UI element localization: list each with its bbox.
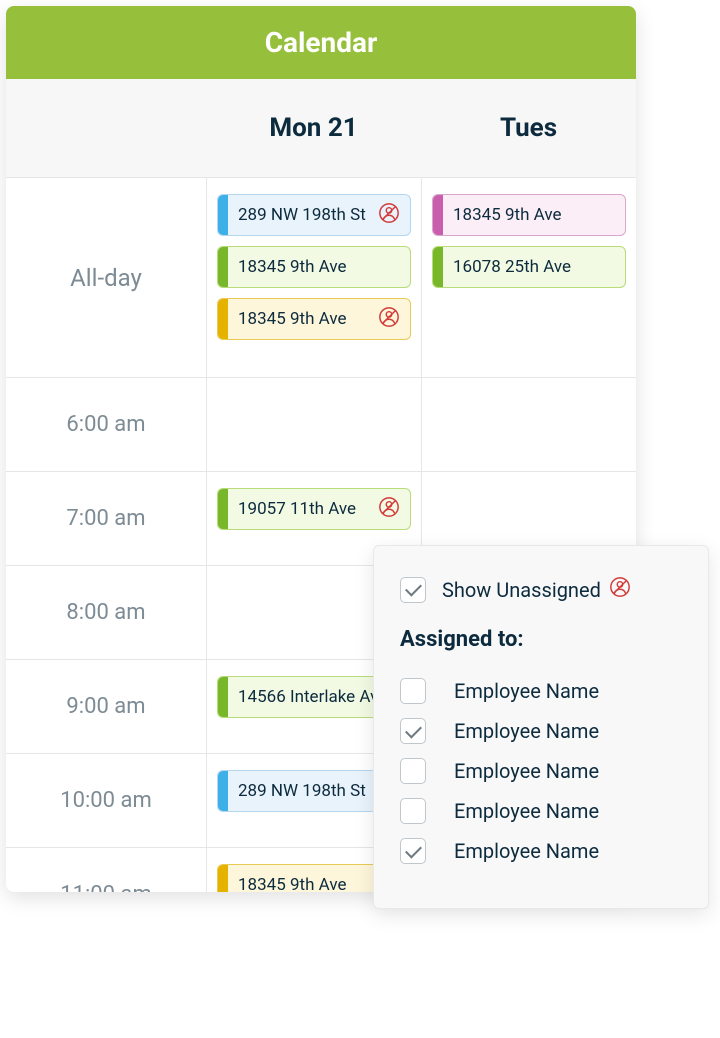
day-header-row: Mon 21 Tues — [6, 79, 636, 178]
unassigned-icon — [378, 202, 400, 228]
unassigned-icon — [378, 306, 400, 332]
time-label-7: 7:00 am — [6, 472, 206, 565]
event-color-stripe — [218, 771, 228, 811]
event-color-stripe — [218, 195, 228, 235]
time-label-6: 6:00 am — [6, 378, 206, 471]
employee-list: Employee Name Employee Name Employee Name E… — [400, 678, 682, 864]
employee-checkbox[interactable] — [400, 758, 426, 784]
employee-checkbox[interactable] — [400, 798, 426, 824]
event-label: 18345 9th Ave — [228, 257, 410, 277]
assigned-to-title: Assigned to: — [400, 627, 682, 652]
calendar-event[interactable]: 19057 11th Ave — [217, 488, 411, 530]
row-6am: 6:00 am — [6, 378, 636, 472]
cell-mon-6[interactable] — [206, 378, 421, 471]
employee-row[interactable]: Employee Name — [400, 718, 682, 744]
filter-panel: Show Unassigned Assigned to: Employee Na… — [373, 545, 709, 909]
calendar-event[interactable]: 18345 9th Ave — [432, 194, 626, 236]
employee-checkbox[interactable] — [400, 678, 426, 704]
employee-row[interactable]: Employee Name — [400, 798, 682, 824]
time-label-10: 10:00 am — [6, 754, 206, 847]
event-label: 19057 11th Ave — [228, 499, 378, 519]
event-color-stripe — [433, 195, 443, 235]
employee-label: Employee Name — [454, 839, 599, 863]
cell-tue-6[interactable] — [421, 378, 636, 471]
unassigned-person-icon — [378, 306, 400, 328]
employee-checkbox[interactable] — [400, 838, 426, 864]
day-header-mon[interactable]: Mon 21 — [206, 79, 421, 177]
event-label: 16078 25th Ave — [443, 257, 625, 277]
event-label: 18345 9th Ave — [443, 205, 625, 225]
employee-label: Employee Name — [454, 719, 599, 743]
show-unassigned-text: Show Unassigned — [442, 578, 601, 602]
employee-checkbox[interactable] — [400, 718, 426, 744]
show-unassigned-checkbox[interactable] — [400, 577, 426, 603]
calendar-event[interactable]: 18345 9th Ave — [217, 246, 411, 288]
employee-label: Employee Name — [454, 759, 599, 783]
event-label: 289 NW 198th St — [228, 205, 378, 225]
allday-label: All-day — [6, 178, 206, 377]
calendar-event[interactable]: 289 NW 198th St — [217, 194, 411, 236]
day-header-spacer — [6, 79, 206, 177]
cell-mon-allday[interactable]: 289 NW 198th St 18345 9th Ave 18345 9th A… — [206, 178, 421, 377]
event-color-stripe — [433, 247, 443, 287]
employee-row[interactable]: Employee Name — [400, 758, 682, 784]
show-unassigned-row[interactable]: Show Unassigned — [400, 576, 682, 603]
event-color-stripe — [218, 489, 228, 529]
employee-row[interactable]: Employee Name — [400, 678, 682, 704]
unassigned-person-icon — [378, 496, 400, 518]
employee-row[interactable]: Employee Name — [400, 838, 682, 864]
unassigned-person-icon — [378, 202, 400, 224]
day-header-tue[interactable]: Tues — [421, 79, 636, 177]
time-label-9: 9:00 am — [6, 660, 206, 753]
calendar-event[interactable]: 18345 9th Ave — [217, 298, 411, 340]
unassigned-person-icon — [609, 576, 631, 598]
calendar-event[interactable]: 16078 25th Ave — [432, 246, 626, 288]
cell-tue-allday[interactable]: 18345 9th Ave 16078 25th Ave — [421, 178, 636, 377]
time-label-8: 8:00 am — [6, 566, 206, 659]
time-label-11: 11:00 am — [6, 848, 206, 892]
event-color-stripe — [218, 865, 228, 892]
show-unassigned-label: Show Unassigned — [442, 576, 631, 603]
unassigned-icon — [609, 576, 631, 603]
employee-label: Employee Name — [454, 679, 599, 703]
event-color-stripe — [218, 677, 228, 717]
employee-label: Employee Name — [454, 799, 599, 823]
page-title: Calendar — [6, 6, 636, 79]
row-allday: All-day 289 NW 198th St 18345 9th Ave183… — [6, 178, 636, 378]
unassigned-icon — [378, 496, 400, 522]
event-color-stripe — [218, 247, 228, 287]
event-label: 18345 9th Ave — [228, 309, 378, 329]
event-color-stripe — [218, 299, 228, 339]
